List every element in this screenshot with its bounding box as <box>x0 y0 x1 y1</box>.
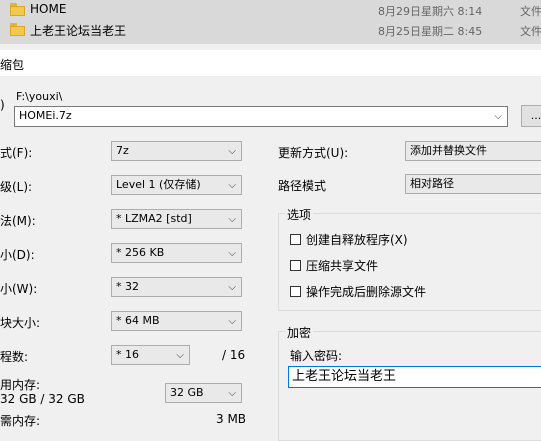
level-select[interactable]: Level 1 (仅存储) ⌵ <box>111 175 242 195</box>
file-name: 上老王论坛当老王 <box>30 24 127 38</box>
file-explorer-list: HOME 8月29日星期六 8:14 文件 上老王论坛当老王 8月25日星期二 … <box>0 0 541 44</box>
chevron-down-icon: ⌵ <box>228 388 236 399</box>
update-mode-select[interactable]: 添加并替换文件 <box>405 141 541 161</box>
level-label: 级(L): <box>0 180 33 194</box>
path-mode-label: 路径模式 <box>278 179 327 193</box>
file-type: 文件 <box>520 25 541 38</box>
archive-path: F:\youxi\ <box>16 90 63 103</box>
update-mode-value: 添加并替换文件 <box>410 144 487 157</box>
chevron-down-icon: ⌵ <box>228 316 236 327</box>
chevron-down-icon: ⌵ <box>228 282 236 293</box>
dictionary-label: 小(D): <box>0 248 35 262</box>
word-size-label: 小(W): <box>0 282 38 296</box>
create-sfx-label: 创建自释放程序(X) <box>306 233 408 247</box>
compress-shared-checkbox[interactable]: 压缩共享文件 <box>290 257 378 274</box>
password-input[interactable]: 上老王论坛当老王 <box>288 366 541 388</box>
format-select[interactable]: 7z ⌵ <box>111 141 242 161</box>
chevron-down-icon: ⌵ <box>228 248 236 259</box>
block-size-value: * 64 MB <box>116 314 160 327</box>
memory-select[interactable]: 32 GB ⌵ <box>165 383 242 403</box>
threads-label: 程数: <box>0 350 29 364</box>
threads-max: / 16 <box>222 348 246 362</box>
folder-icon <box>10 23 25 36</box>
compress-shared-label: 压缩共享文件 <box>306 259 379 273</box>
archive-name-value: HOMEi.7z <box>19 109 72 122</box>
file-row[interactable]: 上老王论坛当老王 8月25日星期二 8:45 文件 <box>0 20 541 40</box>
path-mode-select[interactable]: 相对路径 <box>405 174 541 194</box>
checkbox-icon <box>290 260 301 271</box>
password-label: 输入密码: <box>290 349 343 363</box>
memory-label: 用内存: <box>0 378 41 392</box>
threads-select[interactable]: * 16 ⌵ <box>111 345 190 365</box>
dictionary-value: * 256 KB <box>116 246 165 259</box>
method-select[interactable]: * LZMA2 [std] ⌵ <box>111 209 242 229</box>
block-size-label: 块大小: <box>0 316 41 330</box>
folder-icon <box>10 3 25 16</box>
delete-after-label: 操作完成后删除源文件 <box>306 285 427 299</box>
archive-name-combo[interactable]: HOMEi.7z ⌵ <box>14 106 508 127</box>
file-type: 文件 <box>520 5 541 18</box>
create-sfx-checkbox[interactable]: 创建自释放程序(X) <box>290 231 408 248</box>
browse-button[interactable]: ... <box>521 105 541 127</box>
update-mode-label: 更新方式(U): <box>278 146 349 160</box>
memory-usage: 32 GB / 32 GB <box>0 392 85 406</box>
delete-after-checkbox[interactable]: 操作完成后删除源文件 <box>290 283 426 300</box>
word-size-select[interactable]: * 32 ⌵ <box>111 277 242 297</box>
word-size-value: * 32 <box>116 280 139 293</box>
dictionary-select[interactable]: * 256 KB ⌵ <box>111 243 242 263</box>
file-name: HOME <box>30 2 67 16</box>
chevron-down-icon: ⌵ <box>176 350 184 361</box>
checkbox-icon <box>290 234 301 245</box>
dialog-title: 缩包 <box>0 58 25 72</box>
block-size-select[interactable]: * 64 MB ⌵ <box>111 311 242 331</box>
options-title: 选项 <box>285 206 314 223</box>
format-label: 式(F): <box>0 146 33 160</box>
decompress-memory-label: 需内存: <box>0 414 41 428</box>
checkbox-icon <box>290 286 301 297</box>
file-row[interactable]: HOME 8月29日星期六 8:14 文件 <box>0 0 541 20</box>
method-value: * LZMA2 [std] <box>116 212 192 225</box>
method-label: 法(M): <box>0 214 36 228</box>
chevron-down-icon: ⌵ <box>228 214 236 225</box>
format-value: 7z <box>116 144 129 157</box>
chevron-down-icon: ⌵ <box>228 146 236 157</box>
encryption-title: 加密 <box>285 324 314 341</box>
file-date: 8月25日星期二 8:45 <box>378 25 483 38</box>
chevron-down-icon: ⌵ <box>228 180 236 191</box>
chevron-down-icon: ⌵ <box>494 111 502 122</box>
archive-label: ) <box>0 98 5 112</box>
threads-value: * 16 <box>116 348 139 361</box>
dialog-title-bar: 缩包 <box>0 50 541 76</box>
memory-value: 32 GB <box>170 386 204 399</box>
path-mode-value: 相对路径 <box>410 177 454 190</box>
file-date: 8月29日星期六 8:14 <box>378 5 483 18</box>
level-value: Level 1 (仅存储) <box>116 178 201 191</box>
